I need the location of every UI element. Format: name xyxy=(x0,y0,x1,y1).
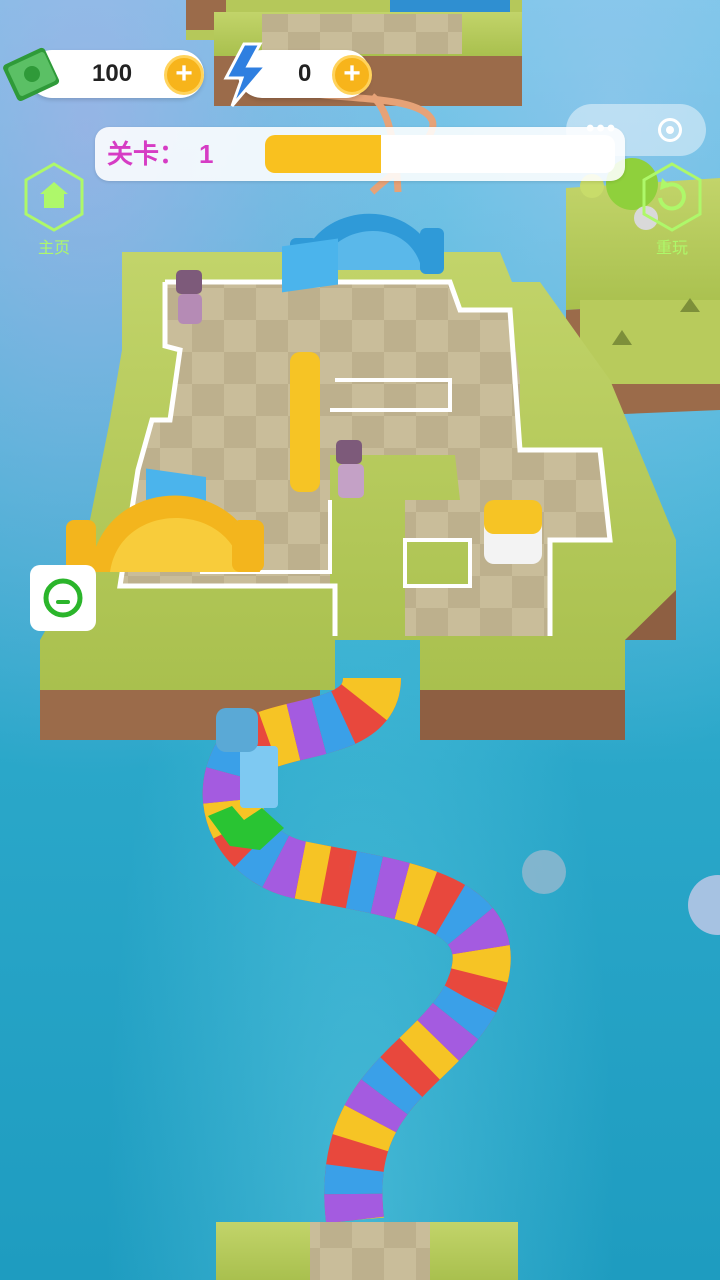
level-progress-fill xyxy=(265,135,381,173)
more-dots-icon[interactable]: ••• xyxy=(586,104,617,154)
lightning-bolt-icon xyxy=(223,42,270,107)
paint-bucket xyxy=(484,500,542,564)
add-energy-button[interactable]: + xyxy=(332,55,372,95)
restart-button[interactable]: 重玩 xyxy=(640,162,704,257)
enemy-character xyxy=(176,270,202,324)
blue-block xyxy=(282,238,338,293)
level-bar: 关卡： 1 xyxy=(95,127,625,181)
level-progress-track xyxy=(265,135,615,173)
home-icon xyxy=(24,162,84,232)
energy-value: 0 xyxy=(298,60,312,87)
home-button[interactable]: 主页 xyxy=(22,162,86,257)
miniprogram-capsule: ••• xyxy=(566,104,706,156)
add-money-button[interactable]: + xyxy=(164,55,204,95)
restart-label: 重玩 xyxy=(655,240,688,257)
chat-button[interactable] xyxy=(30,565,96,631)
floating-bubble xyxy=(522,850,566,894)
floating-bubble xyxy=(688,875,720,935)
target-close-icon[interactable] xyxy=(658,118,682,142)
bottom-platform xyxy=(216,1222,518,1280)
home-label: 主页 xyxy=(37,240,70,257)
money-value: 100 xyxy=(92,60,133,87)
enemy-character xyxy=(336,440,364,498)
restart-icon xyxy=(642,162,702,232)
cash-stack-icon xyxy=(3,47,60,101)
level-label: 关卡： xyxy=(107,139,186,169)
game-scene xyxy=(40,0,720,1280)
yellow-pillar xyxy=(290,352,320,492)
level-number: 1 xyxy=(199,139,214,169)
chat-bubble-icon xyxy=(43,578,83,618)
